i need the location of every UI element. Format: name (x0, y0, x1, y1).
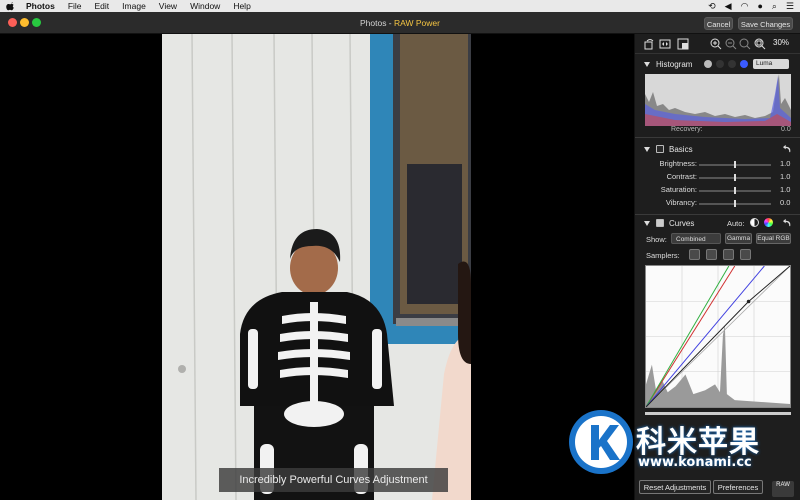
menu-help[interactable]: Help (233, 0, 250, 12)
reset-basics-icon[interactable] (783, 144, 792, 153)
vibrancy-slider-thumb[interactable] (734, 200, 736, 207)
cancel-button[interactable]: Cancel (704, 17, 733, 30)
menu-window[interactable]: Window (190, 0, 220, 12)
zoom-out-icon[interactable] (725, 38, 737, 50)
flip-icon[interactable] (659, 38, 671, 50)
channel-dot-green[interactable] (728, 60, 736, 68)
curves-enable-checkbox[interactable] (656, 219, 664, 227)
search-icon[interactable]: ⌕ (772, 0, 777, 12)
auto-contrast-icon[interactable] (750, 218, 759, 227)
saturation-slider[interactable] (699, 187, 771, 194)
watermark-url: www.konami.cc (638, 455, 752, 470)
volume-icon[interactable]: ◀ (725, 0, 732, 12)
samplers-label: Samplers: (646, 251, 680, 260)
vibrancy-value: 0.0 (780, 198, 791, 207)
basics-title: Basics (669, 144, 693, 154)
reset-curves-icon[interactable] (783, 218, 792, 227)
photo-canvas[interactable]: Incredibly Powerful Curves Adjustment (0, 34, 634, 500)
menu-edit[interactable]: Edit (95, 0, 110, 12)
histogram-title: Histogram (656, 59, 693, 69)
brightness-value: 1.0 (780, 159, 791, 168)
black-point-sampler-icon[interactable] (689, 249, 700, 260)
brightness-slider-thumb[interactable] (734, 161, 736, 168)
curves-show-label: Show: (646, 235, 667, 244)
curves-graph[interactable] (645, 265, 791, 408)
curves-title: Curves (669, 218, 695, 228)
raw-power-logo: RAW (772, 481, 794, 497)
section-divider (635, 137, 800, 138)
wifi-icon[interactable]: ◠ (741, 0, 749, 12)
contrast-label: Contrast: (666, 172, 697, 181)
panel-toolbar: 30% (635, 34, 800, 54)
curves-auto-label: Auto: (727, 219, 745, 228)
channel-dot-red[interactable] (716, 60, 724, 68)
window-title-app: Photos - (359, 18, 395, 28)
window-title: Photos - RAW Power (0, 12, 800, 34)
contrast-slider-thumb[interactable] (734, 174, 736, 181)
site-watermark: 科米苹果 www.konami.cc (566, 407, 796, 477)
feature-caption: Incredibly Powerful Curves Adjustment (219, 468, 448, 492)
recovery-label: Recovery: (671, 126, 703, 133)
basics-enable-checkbox[interactable] (656, 145, 664, 153)
saturation-slider-row: Saturation: 1.0 (635, 185, 800, 197)
vibrancy-label: Vibrancy: (665, 198, 697, 207)
histogram-graph (645, 74, 791, 126)
apple-icon[interactable] (6, 1, 14, 11)
zoom-fit-icon[interactable] (739, 38, 751, 50)
saturation-value: 1.0 (780, 185, 791, 194)
curves-header[interactable]: Curves (635, 216, 800, 230)
preferences-button[interactable]: Preferences (713, 480, 763, 494)
disclosure-triangle-icon[interactable] (644, 146, 650, 152)
menu-image[interactable]: Image (122, 0, 146, 12)
crop-icon[interactable] (677, 38, 689, 50)
white-point-sampler-icon[interactable] (723, 249, 734, 260)
save-changes-button[interactable]: Save Changes (738, 17, 793, 30)
recovery-value: 0.0 (781, 126, 791, 133)
user-icon[interactable]: ● (757, 0, 762, 12)
vibrancy-slider-row: Vibrancy: 0.0 (635, 198, 800, 210)
saturation-label: Saturation: (660, 185, 697, 194)
zoom-in-icon[interactable] (710, 38, 722, 50)
channel-dot-blue[interactable] (740, 60, 748, 68)
saturation-slider-thumb[interactable] (734, 187, 736, 194)
curves-show-select[interactable]: Combined (671, 233, 721, 244)
edited-photo (162, 34, 471, 500)
window-title-bar: Photos - RAW Power Cancel Save Changes (0, 12, 800, 34)
menu-list-icon[interactable]: ☰ (786, 0, 794, 12)
histogram-channel-dots (704, 60, 748, 68)
contrast-slider[interactable] (699, 174, 771, 181)
brightness-label: Brightness: (659, 159, 697, 168)
brightness-slider-row: Brightness: 1.0 (635, 159, 800, 171)
basics-header[interactable]: Basics (635, 142, 800, 156)
disclosure-triangle-icon[interactable] (644, 220, 650, 226)
reset-adjustments-button[interactable]: Reset Adjustments (639, 480, 711, 494)
watermark-logo-icon (569, 410, 633, 474)
menu-photos[interactable]: Photos (26, 0, 55, 12)
channel-dot-all[interactable] (704, 60, 712, 68)
disclosure-triangle-icon[interactable] (644, 61, 650, 67)
menu-bar: Photos File Edit Image View Window Help … (0, 0, 800, 12)
gray-point-sampler-icon[interactable] (706, 249, 717, 260)
menu-view[interactable]: View (159, 0, 177, 12)
histogram-mode-select[interactable]: Luma (753, 59, 789, 69)
add-point-sampler-icon[interactable] (740, 249, 751, 260)
gamma-button[interactable]: Gamma (725, 233, 752, 244)
rotate-icon[interactable] (643, 38, 655, 50)
contrast-value: 1.0 (780, 172, 791, 181)
contrast-slider-row: Contrast: 1.0 (635, 172, 800, 184)
brightness-slider[interactable] (699, 161, 771, 168)
vibrancy-slider[interactable] (699, 200, 771, 207)
section-divider (635, 214, 800, 215)
menu-status-area: ⟲ ◀ ◠ ● ⌕ ☰ (708, 0, 794, 12)
zoom-level: 30% (773, 38, 790, 47)
photo-illustration (162, 34, 471, 500)
time-machine-icon[interactable]: ⟲ (708, 0, 716, 12)
auto-color-icon[interactable] (764, 218, 773, 227)
menu-file[interactable]: File (68, 0, 82, 12)
window-title-extension: RAW Power (394, 18, 440, 28)
zoom-actual-icon[interactable] (754, 38, 766, 50)
equal-rgb-button[interactable]: Equal RGB (756, 233, 791, 244)
